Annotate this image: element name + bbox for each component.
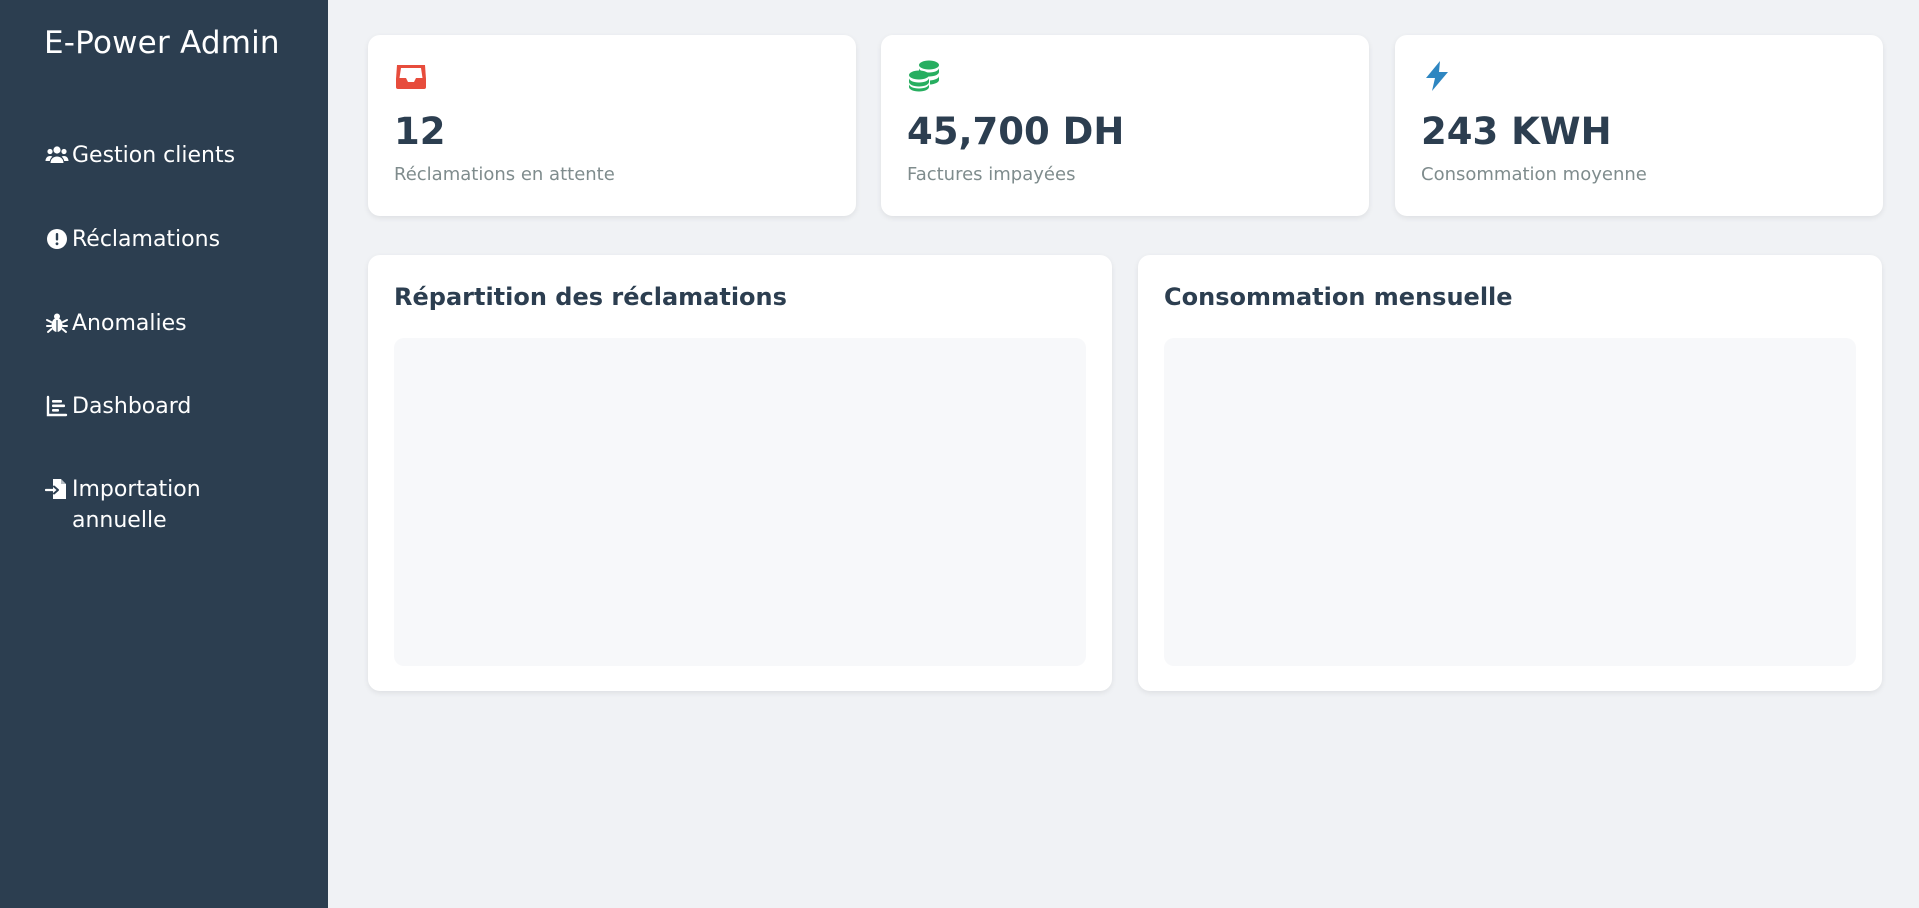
sidebar-item-label: Gestion clients: [72, 143, 236, 168]
chart-title: Répartition des réclamations: [394, 283, 787, 311]
stat-value: 12: [394, 110, 446, 153]
sidebar: E-Power Admin Gestion clients Réclamatio…: [0, 0, 328, 908]
inbox-icon: [394, 59, 428, 93]
file-import-icon: [45, 477, 69, 501]
bolt-icon: [1421, 59, 1455, 93]
sidebar-item-anomalies[interactable]: Anomalies: [45, 308, 295, 339]
chart-title: Consommation mensuelle: [1164, 283, 1513, 311]
bug-icon: [45, 311, 69, 335]
chart-area: [1164, 338, 1856, 666]
brand-title: E-Power Admin: [44, 25, 280, 61]
stat-label: Consommation moyenne: [1421, 164, 1647, 185]
chart-card-monthly-consumption: Consommation mensuelle: [1138, 255, 1882, 691]
sidebar-item-importation-annuelle[interactable]: Importation annuelle: [45, 474, 260, 536]
sidebar-item-label: Réclamations: [72, 227, 221, 252]
stat-label: Factures impayées: [907, 164, 1076, 185]
stat-value: 243 KWH: [1421, 110, 1612, 153]
stat-card-unpaid-invoices: 45,700 DH Factures impayées: [881, 35, 1369, 216]
chart-bar-icon: [45, 394, 69, 418]
chart-area: [394, 338, 1086, 666]
sidebar-item-dashboard[interactable]: Dashboard: [45, 391, 295, 422]
stat-card-pending-claims: 12 Réclamations en attente: [368, 35, 856, 216]
stat-label: Réclamations en attente: [394, 164, 615, 185]
exclamation-circle-icon: [45, 227, 69, 251]
coins-icon: [907, 59, 941, 93]
stat-value: 45,700 DH: [907, 110, 1125, 153]
sidebar-item-label: Anomalies: [72, 311, 187, 336]
users-icon: [45, 143, 69, 167]
app-root: E-Power Admin Gestion clients Réclamatio…: [0, 0, 1919, 908]
sidebar-item-gestion-clients[interactable]: Gestion clients: [45, 140, 295, 171]
sidebar-item-label: Importation annuelle: [72, 477, 201, 533]
sidebar-item-label: Dashboard: [72, 394, 192, 419]
sidebar-item-reclamations[interactable]: Réclamations: [45, 224, 295, 255]
chart-card-claims-distribution: Répartition des réclamations: [368, 255, 1112, 691]
stat-card-average-consumption: 243 KWH Consommation moyenne: [1395, 35, 1883, 216]
